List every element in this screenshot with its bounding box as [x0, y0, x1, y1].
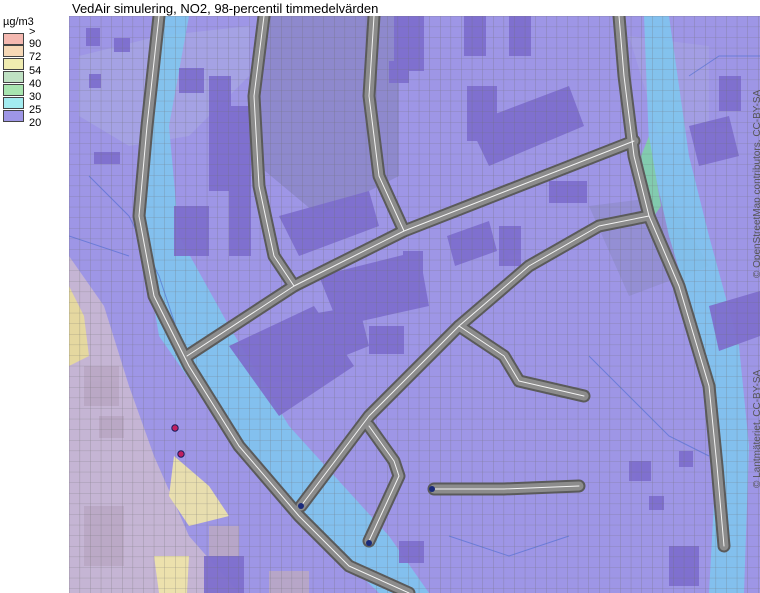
- map-canvas: [69, 16, 760, 593]
- legend-swatch-40: [3, 71, 24, 83]
- legend-label-90: 90: [29, 38, 42, 50]
- grid-overlay: [69, 16, 760, 593]
- legend-swatch-90: [3, 33, 24, 45]
- credit-lantmateriet: © Lantmäteriet, CC-BY-SA: [752, 369, 760, 488]
- legend-swatch-30: [3, 84, 24, 96]
- legend-label-20: 20: [29, 117, 42, 129]
- legend-label-54: 54: [29, 65, 42, 77]
- legend-label-40: 40: [29, 78, 42, 90]
- map-title: VedAir simulering, NO2, 98-percentil tim…: [72, 1, 379, 16]
- legend-open-top: >: [29, 26, 36, 38]
- legend-label-72: 72: [29, 51, 42, 63]
- legend-swatch-72: [3, 45, 24, 57]
- credit-osm: © OpenStreetMap contributors, CC-BY-SA: [752, 89, 760, 278]
- legend-swatch-25: [3, 97, 24, 109]
- legend-label-30: 30: [29, 91, 42, 103]
- map-view[interactable]: © OpenStreetMap contributors, CC-BY-SA ©…: [69, 16, 760, 593]
- legend-swatch-54: [3, 58, 24, 70]
- legend-swatch-20: [3, 110, 24, 122]
- legend-label-25: 25: [29, 104, 42, 116]
